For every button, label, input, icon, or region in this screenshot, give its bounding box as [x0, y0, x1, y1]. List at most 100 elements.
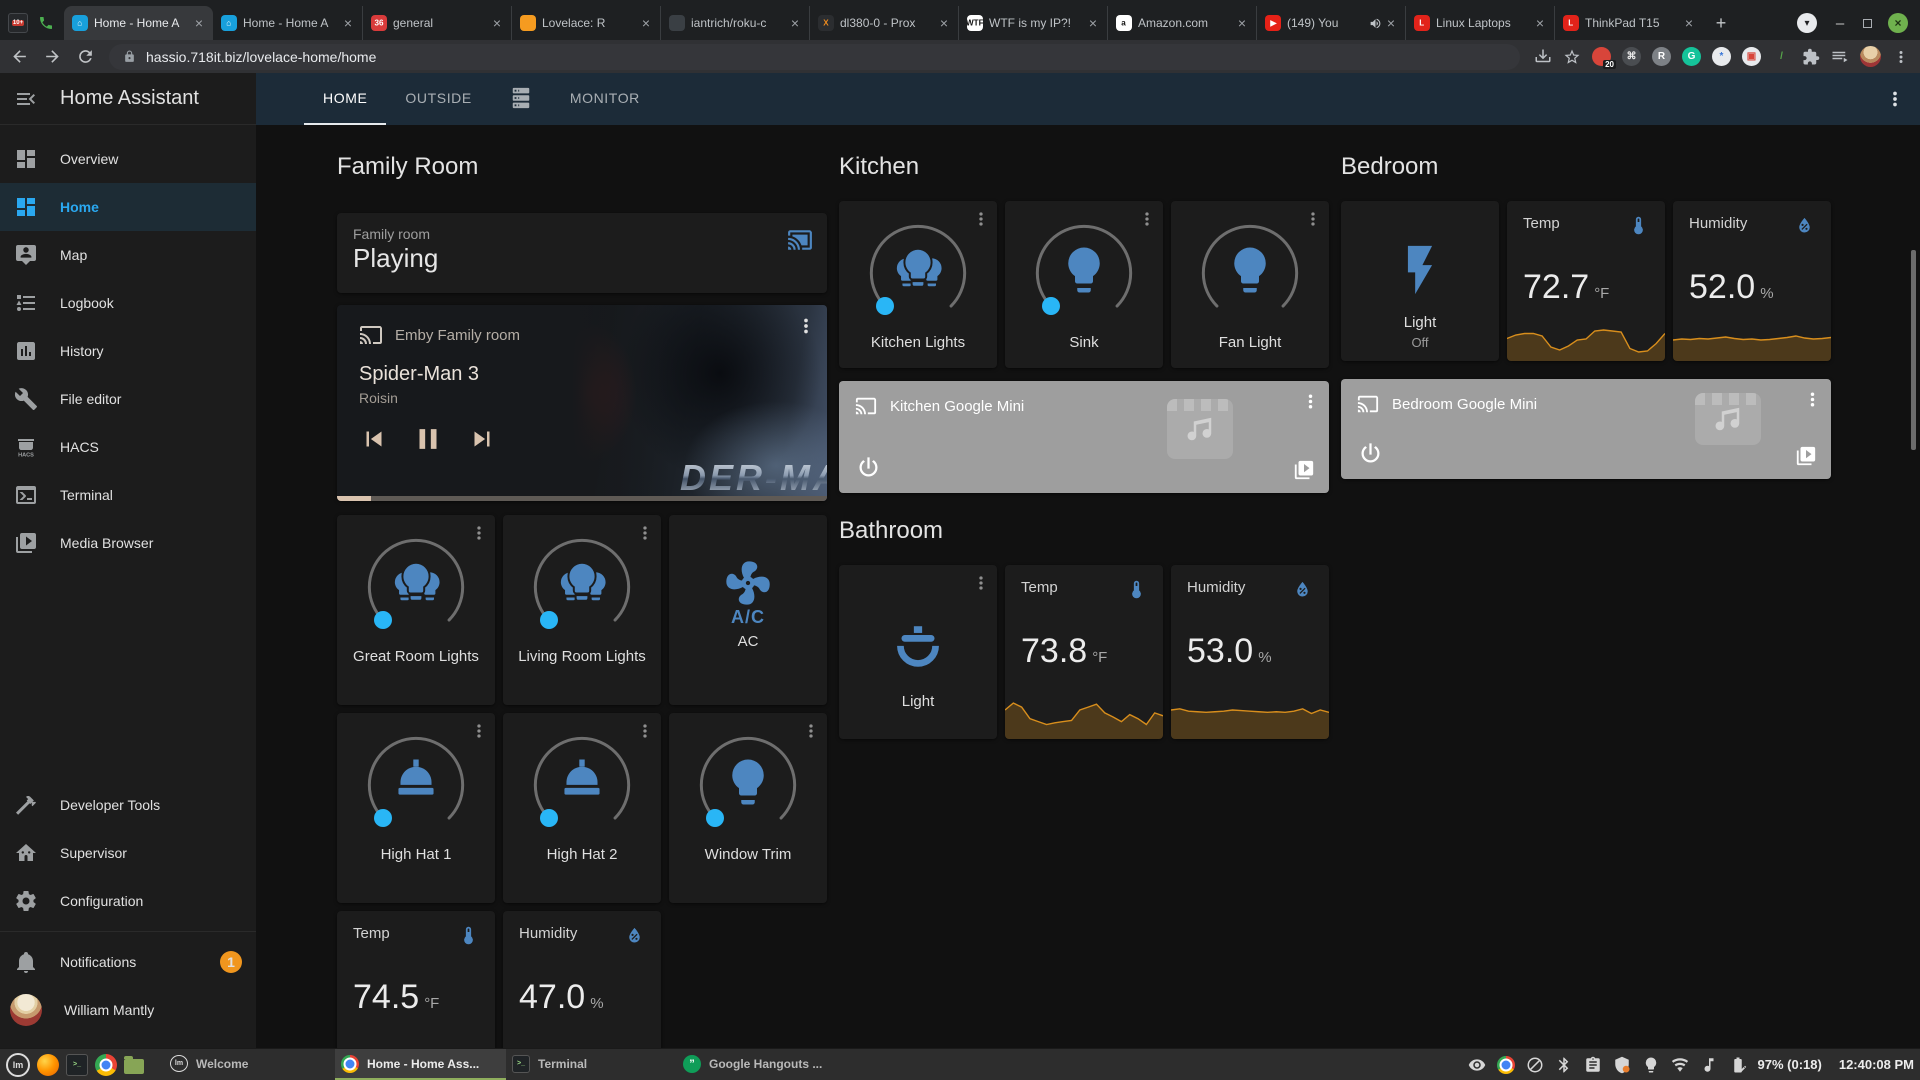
browser-tab[interactable]: a Amazon.com ×	[1107, 6, 1256, 40]
browser-menu-icon[interactable]	[1892, 48, 1910, 66]
browser-tab[interactable]: Lovelace: R ×	[511, 6, 660, 40]
tray-icon[interactable]	[1700, 1056, 1718, 1074]
brightness-dial[interactable]	[360, 729, 472, 841]
dial-handle[interactable]	[374, 611, 392, 629]
more-options-icon[interactable]	[971, 573, 991, 593]
sidebar-profile[interactable]: William Mantly	[0, 986, 256, 1034]
sidebar-item[interactable]: History	[0, 327, 256, 375]
browser-tab[interactable]: L Linux Laptops ×	[1405, 6, 1554, 40]
clock[interactable]: 12:40:08 PM	[1839, 1057, 1914, 1072]
light-button-card[interactable]: Kitchen Lights	[839, 201, 997, 368]
sidebar-item[interactable]: File editor	[0, 375, 256, 423]
sidebar-item[interactable]: Media Browser	[0, 519, 256, 567]
sidebar-item[interactable]: HACS HACS	[0, 423, 256, 471]
tab-close-icon[interactable]: ×	[342, 16, 354, 30]
pinned-tab-icon[interactable]	[36, 13, 56, 33]
brightness-dial[interactable]	[526, 531, 638, 643]
extension-icon[interactable]: ▣	[1742, 47, 1761, 66]
more-options-icon[interactable]	[635, 523, 655, 543]
brightness-dial[interactable]	[360, 531, 472, 643]
sensor-card[interactable]: Temp 73.8 °F	[1005, 565, 1163, 739]
lock-icon[interactable]	[123, 50, 136, 63]
sensor-card[interactable]: Temp 74.5 °F	[337, 911, 495, 1048]
sensor-card[interactable]: Humidity 53.0 %	[1171, 565, 1329, 739]
more-options-icon[interactable]	[1303, 209, 1323, 229]
back-button[interactable]	[10, 47, 29, 66]
browser-tab[interactable]: ▶ (149) You ×	[1256, 6, 1405, 40]
tab-close-icon[interactable]: ×	[640, 16, 652, 30]
browser-profile-avatar[interactable]	[1860, 46, 1881, 67]
bookmark-icon[interactable]	[1563, 48, 1581, 66]
scrollbar-thumb[interactable]	[1911, 250, 1916, 450]
tray-icon[interactable]	[1613, 1056, 1631, 1074]
more-options-icon[interactable]	[469, 523, 489, 543]
next-button[interactable]	[467, 424, 497, 454]
dial-handle[interactable]	[706, 809, 724, 827]
extension-icon[interactable]: ⌘	[1622, 47, 1641, 66]
pause-button[interactable]	[411, 422, 445, 456]
pinned-tab-icon[interactable]	[8, 13, 28, 33]
view-tab[interactable]: HOME	[304, 73, 387, 125]
google-mini-card[interactable]: Kitchen Google Mini	[839, 381, 1329, 493]
sidebar-item[interactable]: Logbook	[0, 279, 256, 327]
launcher-icon[interactable]	[6, 1052, 30, 1077]
light-button-card[interactable]: Sink	[1005, 201, 1163, 368]
tab-close-icon[interactable]: ×	[789, 16, 801, 30]
dial-handle[interactable]	[374, 809, 392, 827]
more-options-icon[interactable]	[635, 721, 655, 741]
sidebar-item-notifications[interactable]: Notifications 1	[0, 938, 256, 986]
forward-button[interactable]	[43, 47, 62, 66]
window-button[interactable]: Google Hangouts ...	[677, 1049, 848, 1080]
browser-tab[interactable]: ⌂ Home - Home A ×	[64, 6, 213, 40]
light-button-card[interactable]: Light	[839, 565, 997, 739]
browser-tab[interactable]: iantrich/roku-c ×	[660, 6, 809, 40]
close-window-button[interactable]	[1888, 13, 1908, 33]
window-button[interactable]: Terminal	[506, 1049, 677, 1080]
google-mini-card[interactable]: Bedroom Google Mini	[1341, 379, 1831, 479]
extension-icon[interactable]: /	[1772, 47, 1791, 66]
media-status-card[interactable]: Family room Playing	[337, 213, 827, 293]
tab-close-icon[interactable]: ×	[491, 16, 503, 30]
tray-icon[interactable]	[1526, 1056, 1544, 1074]
extension-icon[interactable]: *	[1712, 47, 1731, 66]
more-options-icon[interactable]	[469, 721, 489, 741]
sidebar-item[interactable]: Home	[0, 183, 256, 231]
download-icon[interactable]	[1534, 48, 1552, 66]
browser-tab[interactable]: L ThinkPad T15 ×	[1554, 6, 1703, 40]
sidebar-item[interactable]: Supervisor	[0, 829, 256, 877]
header-menu-icon[interactable]	[1884, 88, 1906, 110]
launcher-icon[interactable]	[66, 1053, 88, 1076]
light-button-card[interactable]: High Hat 2	[503, 713, 661, 903]
extension-icon[interactable]: G	[1682, 47, 1701, 66]
playlist-icon[interactable]	[1831, 48, 1849, 66]
light-button-card[interactable]: A/C AC	[669, 515, 827, 705]
tray-icon[interactable]	[1555, 1056, 1573, 1074]
browser-tab[interactable]: ⌂ Home - Home A ×	[213, 6, 362, 40]
sensor-card[interactable]: Humidity 52.0 %	[1673, 201, 1831, 361]
light-button-card[interactable]: Window Trim	[669, 713, 827, 903]
more-options-icon[interactable]	[971, 209, 991, 229]
light-button-card[interactable]: High Hat 1	[337, 713, 495, 903]
tab-close-icon[interactable]: ×	[938, 16, 950, 30]
light-button-card[interactable]: Light Off	[1341, 201, 1499, 361]
tray-icon[interactable]	[1468, 1056, 1486, 1074]
light-button-card[interactable]: Living Room Lights	[503, 515, 661, 705]
tab-close-icon[interactable]: ×	[1087, 16, 1099, 30]
tray-icon[interactable]	[1729, 1056, 1747, 1074]
more-options-icon[interactable]	[1137, 209, 1157, 229]
brightness-dial[interactable]	[1028, 217, 1140, 329]
sidebar-item[interactable]: Terminal	[0, 471, 256, 519]
brightness-dial[interactable]	[526, 729, 638, 841]
brightness-dial[interactable]	[862, 217, 974, 329]
tab-close-icon[interactable]: ×	[193, 16, 205, 30]
sidebar-item[interactable]: Overview	[0, 135, 256, 183]
browser-tab[interactable]: WTF WTF is my IP?! ×	[958, 6, 1107, 40]
view-tab[interactable]: MONITOR	[551, 73, 659, 125]
extensions-menu-icon[interactable]	[1802, 48, 1820, 66]
media-player-card[interactable]: DER-MAI Emby Family room Spider-Man 3 Ro…	[337, 305, 827, 501]
extension-icon[interactable]: 20	[1592, 47, 1616, 69]
tray-icon[interactable]	[1671, 1056, 1689, 1074]
tab-close-icon[interactable]: ×	[1683, 16, 1695, 30]
view-tab[interactable]: OUTSIDE	[386, 73, 490, 125]
window-button[interactable]: Welcome	[164, 1049, 335, 1080]
